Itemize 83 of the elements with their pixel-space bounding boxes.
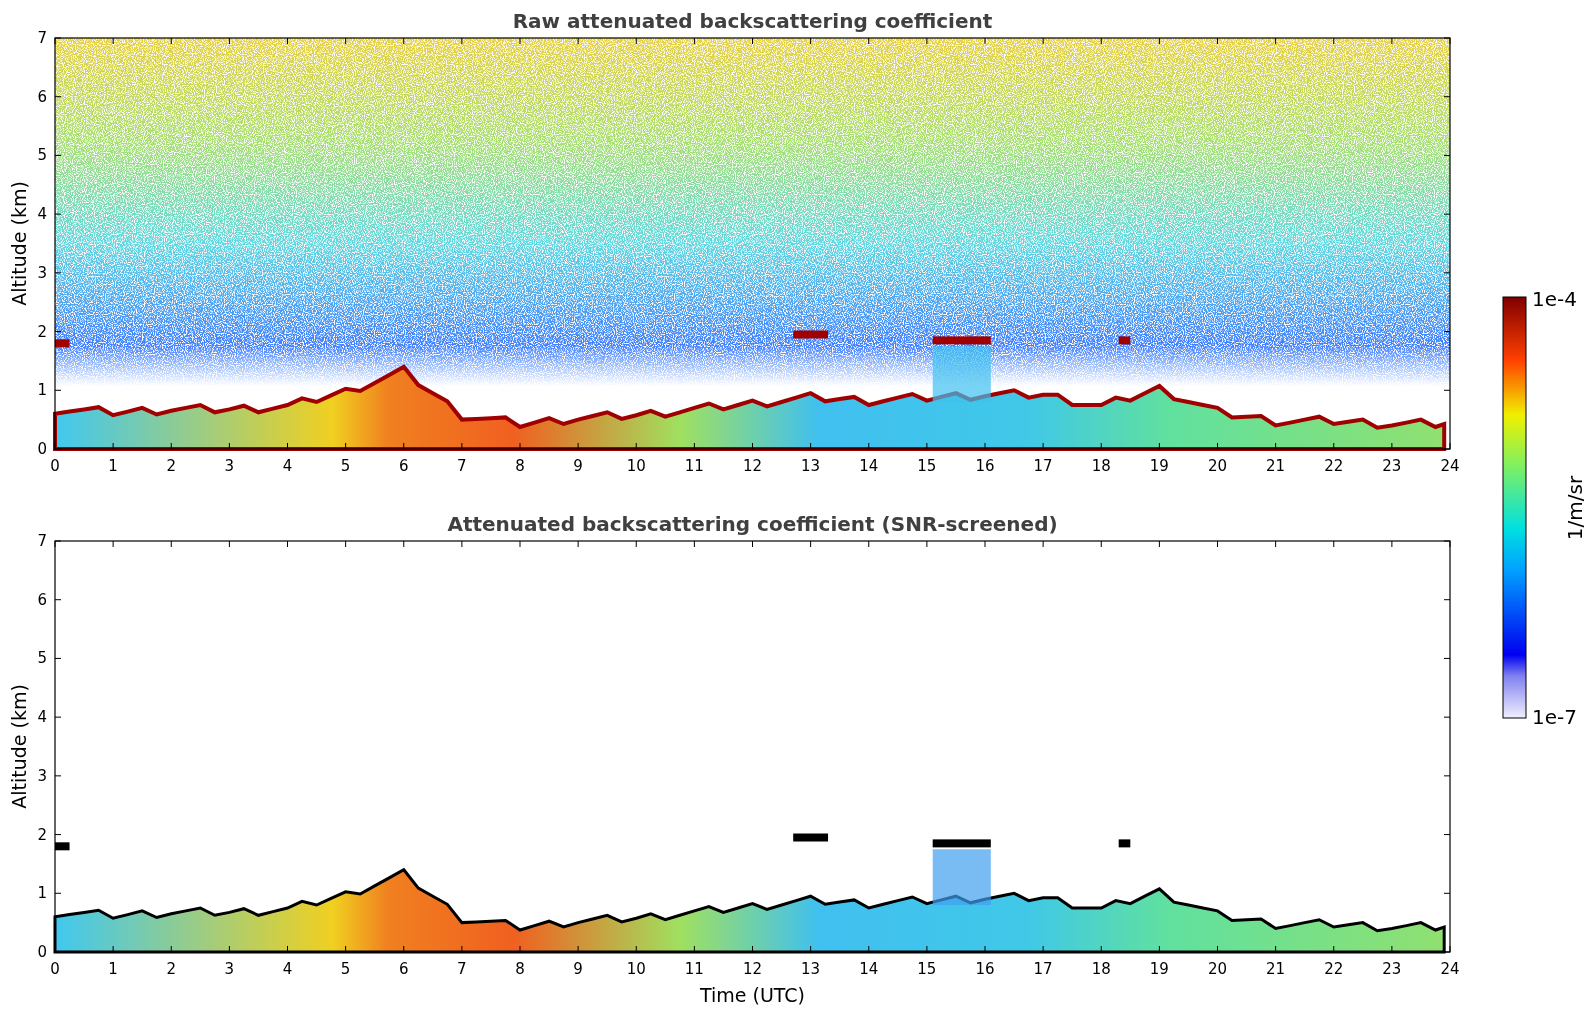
tick-label: 1 xyxy=(37,381,47,400)
tick-label: 8 xyxy=(515,960,525,978)
cloud-column xyxy=(932,346,991,403)
tick-label: 12 xyxy=(742,457,763,475)
tick-label: 21 xyxy=(1266,457,1286,475)
tick-label: 1 xyxy=(108,960,118,978)
tick-label: 4 xyxy=(37,205,47,224)
tick-label: 12 xyxy=(742,960,763,978)
tick-label: 16 xyxy=(975,457,995,475)
tick-label: 0 xyxy=(37,440,47,458)
tick-label: 4 xyxy=(282,960,293,978)
colorbar-max-label: 1e-4 xyxy=(1532,287,1577,311)
plot-title: Attenuated backscattering coefficient (SNR-screened) xyxy=(447,512,1058,536)
colorbar-label: 1/m/sr xyxy=(1563,475,1587,541)
tick-label: 5 xyxy=(340,457,351,475)
tick-label: 7 xyxy=(457,960,467,978)
tick-label: 3 xyxy=(37,766,47,785)
tick-label: 9 xyxy=(573,457,583,475)
cloud-layer xyxy=(1118,839,1131,848)
tick-label: 19 xyxy=(1149,960,1169,978)
tick-label: 7 xyxy=(457,457,467,475)
tick-label: 0 xyxy=(50,457,60,475)
tick-label: 5 xyxy=(340,960,351,978)
tick-label: 6 xyxy=(399,960,409,978)
tick-label: 6 xyxy=(399,457,409,475)
tick-label: 7 xyxy=(37,29,47,47)
tick-label: 0 xyxy=(37,943,47,961)
tick-label: 3 xyxy=(37,263,47,282)
tick-label: 1 xyxy=(37,884,47,903)
tick-label: 2 xyxy=(166,960,176,978)
tick-label: 20 xyxy=(1207,457,1228,475)
tick-label: 14 xyxy=(859,960,879,978)
tick-label: 11 xyxy=(684,960,704,978)
tick-label: 6 xyxy=(37,590,47,609)
axis-label: Altitude (km) xyxy=(8,181,30,306)
tick-label: 2 xyxy=(166,457,176,475)
plot-title: Raw attenuated backscattering coefficient xyxy=(512,9,993,33)
tick-label: 17 xyxy=(1033,457,1053,475)
tick-label: 22 xyxy=(1324,960,1344,978)
tick-label: 18 xyxy=(1091,457,1111,475)
axis-label: Time (UTC) xyxy=(700,984,805,1006)
tick-label: 3 xyxy=(224,457,235,475)
tick-label: 1 xyxy=(108,457,118,475)
cloud-layer xyxy=(1118,336,1131,345)
tick-label: 6 xyxy=(37,87,47,106)
tick-label: 13 xyxy=(801,457,821,475)
tick-label: 5 xyxy=(37,146,47,165)
tick-label: 24 xyxy=(1440,457,1460,475)
tick-label: 23 xyxy=(1382,457,1402,475)
tick-label: 10 xyxy=(626,457,646,475)
tick-label: 9 xyxy=(573,960,583,978)
colorbar-min-label: 1e-7 xyxy=(1532,705,1577,729)
tick-label: 10 xyxy=(626,960,646,978)
cloud-layer xyxy=(793,833,829,842)
tick-label: 23 xyxy=(1382,960,1402,978)
tick-label: 15 xyxy=(917,960,937,978)
tick-label: 24 xyxy=(1440,960,1460,978)
cloud-layer xyxy=(55,339,70,348)
tick-label: 13 xyxy=(801,960,821,978)
tick-label: 3 xyxy=(224,960,235,978)
tick-label: 15 xyxy=(917,457,937,475)
tick-label: 14 xyxy=(859,457,879,475)
cloud-layer xyxy=(932,839,991,848)
tick-label: 0 xyxy=(50,960,60,978)
tick-label: 2 xyxy=(37,322,47,341)
axis-label: Altitude (km) xyxy=(8,684,30,809)
tick-label: 16 xyxy=(975,960,995,978)
cloud-layer xyxy=(793,330,829,339)
tick-label: 2 xyxy=(37,825,47,844)
tick-label: 7 xyxy=(37,532,47,550)
cloud-column xyxy=(932,849,991,906)
tick-label: 4 xyxy=(37,708,47,727)
tick-label: 18 xyxy=(1091,960,1111,978)
tick-label: 5 xyxy=(37,649,47,668)
tick-label: 20 xyxy=(1207,960,1228,978)
tick-label: 19 xyxy=(1149,457,1169,475)
tick-label: 4 xyxy=(282,457,293,475)
tick-label: 17 xyxy=(1033,960,1053,978)
tick-label: 21 xyxy=(1266,960,1286,978)
cloud-layer xyxy=(932,336,991,345)
tick-label: 22 xyxy=(1324,457,1344,475)
tick-label: 8 xyxy=(515,457,525,475)
tick-label: 11 xyxy=(684,457,704,475)
